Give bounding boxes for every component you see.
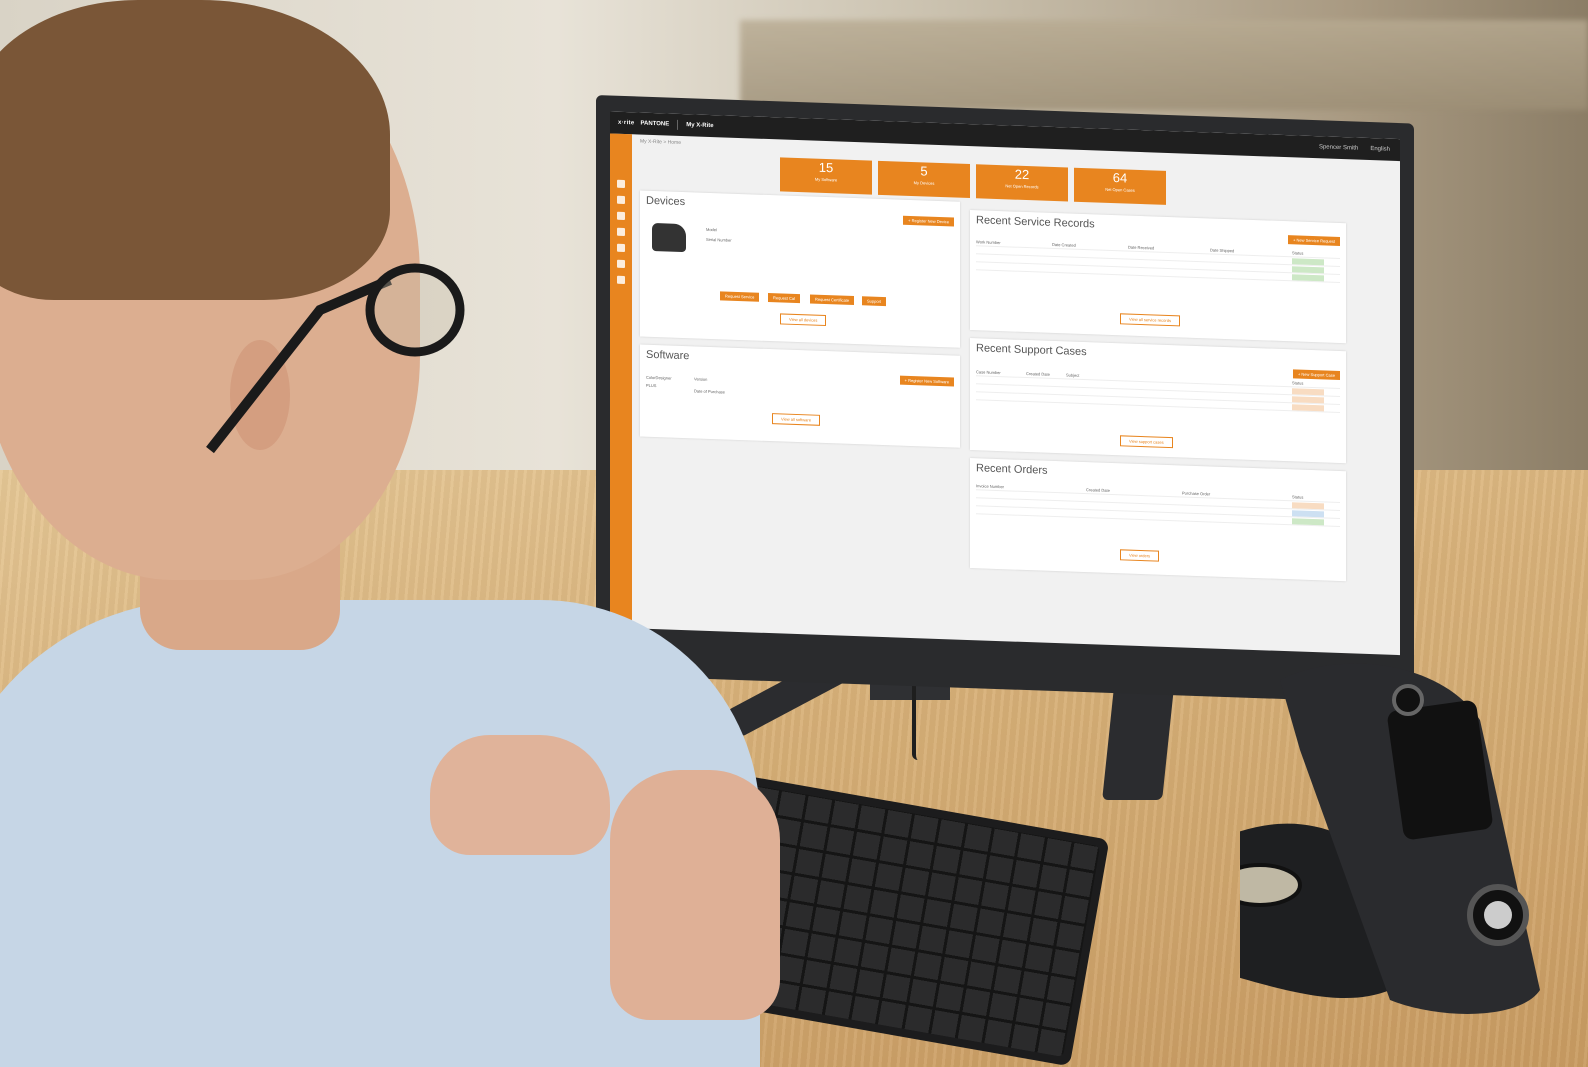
devices-title: Devices xyxy=(646,194,686,209)
left-hand xyxy=(430,735,610,855)
status-badge xyxy=(1292,509,1324,517)
new-support-case-button[interactable]: + New Support Case xyxy=(1292,369,1340,380)
sidebar-software-icon[interactable] xyxy=(617,211,625,221)
column-header: Case Number xyxy=(976,369,1001,376)
column-header: Status xyxy=(1292,494,1304,500)
orders-card: Recent Orders Invoice Number Created Dat… xyxy=(970,458,1346,582)
background-shelf xyxy=(740,20,1588,110)
service-records-title: Recent Service Records xyxy=(976,214,1095,231)
right-hand xyxy=(610,770,780,1020)
view-all-devices-button[interactable]: View all devices xyxy=(780,313,827,327)
stat-devices[interactable]: 5 My Devices xyxy=(878,160,970,199)
monitor: x·rite PANTONE My X-Rite Spencer Smith E… xyxy=(596,95,1414,704)
device-model-label: Model xyxy=(706,226,717,233)
status-badge xyxy=(1292,501,1324,509)
support-cases-table: Case Number Created Date Subject Status xyxy=(976,368,1340,413)
support-cases-card: Recent Support Cases + New Support Case … xyxy=(970,338,1346,464)
sidebar-devices-icon[interactable] xyxy=(617,195,625,205)
sidebar-orders-icon[interactable] xyxy=(617,259,625,269)
status-badge xyxy=(1292,265,1324,273)
software-version: PLUS xyxy=(646,382,657,389)
service-records-header: Work Number Date Created Date Received D… xyxy=(976,238,1340,283)
software-card: Software ColorDesigner PLUS Version Date… xyxy=(640,344,960,448)
brand-logo: x·rite xyxy=(618,119,635,127)
support-cases-title: Recent Support Cases xyxy=(976,342,1087,359)
request-certificate-button[interactable]: Request Certificate xyxy=(810,294,855,306)
service-records-card: Recent Service Records + New Service Req… xyxy=(970,210,1346,344)
eyeglasses-icon xyxy=(206,263,465,454)
orders-table: Invoice Number Created Date Purchase Ord… xyxy=(976,482,1340,527)
status-badge xyxy=(1292,517,1324,525)
status-badge xyxy=(1292,387,1324,395)
status-badge xyxy=(1292,395,1324,403)
photo-scene: x·rite PANTONE My X-Rite Spencer Smith E… xyxy=(0,0,1588,1067)
pantone-logo: PANTONE xyxy=(640,120,670,128)
sidebar-support-icon[interactable] xyxy=(617,243,625,253)
register-software-button[interactable]: + Register New Software xyxy=(899,375,954,387)
stat-software[interactable]: 15 My Software xyxy=(780,157,872,195)
software-version-label: Version xyxy=(694,376,708,382)
software-product: ColorDesigner xyxy=(646,374,672,381)
view-orders-button[interactable]: View orders xyxy=(1120,549,1160,562)
stat-open-cases[interactable]: 64 Net Open Cases xyxy=(1074,167,1166,205)
device-serial-label: Serial Number xyxy=(706,236,732,243)
software-purchase-label: Date of Purchase xyxy=(694,388,725,395)
request-cal-button[interactable]: Request Cal xyxy=(768,293,801,304)
support-button[interactable]: Support xyxy=(862,296,887,307)
column-header: Created Date xyxy=(1026,371,1050,377)
register-device-button[interactable]: + Register New Device xyxy=(903,215,954,227)
request-service-button[interactable]: Request Service xyxy=(720,291,760,302)
sidebar-service-icon[interactable] xyxy=(617,227,625,237)
status-badge xyxy=(1292,403,1324,411)
app-title: My X-Rite xyxy=(686,122,714,130)
sidebar-settings-icon[interactable] xyxy=(617,275,625,285)
spectrophotometer-device xyxy=(1240,663,1540,1014)
user-menu[interactable]: Spencer Smith xyxy=(1319,144,1358,151)
breadcrumb: My X-Rite > Home xyxy=(640,138,681,146)
status-badge xyxy=(1292,273,1324,281)
column-header: Status xyxy=(1292,380,1304,386)
software-title: Software xyxy=(646,348,690,363)
sidebar-home-icon[interactable] xyxy=(617,179,625,189)
app-topbar: x·rite PANTONE My X-Rite Spencer Smith E… xyxy=(610,111,1400,162)
language-selector[interactable]: English xyxy=(1370,146,1390,153)
devices-card: Devices + Register New Device Model Seri… xyxy=(640,190,960,348)
view-all-software-button[interactable]: View all software xyxy=(772,413,820,426)
topbar-divider xyxy=(677,119,679,130)
stat-open-records[interactable]: 22 Net Open Records xyxy=(976,164,1068,202)
sidebar xyxy=(610,133,632,629)
column-header: Status xyxy=(1292,250,1304,256)
monitor-screen: x·rite PANTONE My X-Rite Spencer Smith E… xyxy=(610,111,1400,656)
status-badge xyxy=(1292,257,1324,265)
topbar-right: Spencer Smith English xyxy=(1319,144,1400,153)
view-all-service-records-button[interactable]: View all service records xyxy=(1120,313,1180,327)
device-image xyxy=(652,222,686,253)
new-service-request-button[interactable]: + New Service Request xyxy=(1288,235,1340,246)
orders-title: Recent Orders xyxy=(976,462,1048,477)
view-support-cases-button[interactable]: View support cases xyxy=(1120,435,1173,449)
